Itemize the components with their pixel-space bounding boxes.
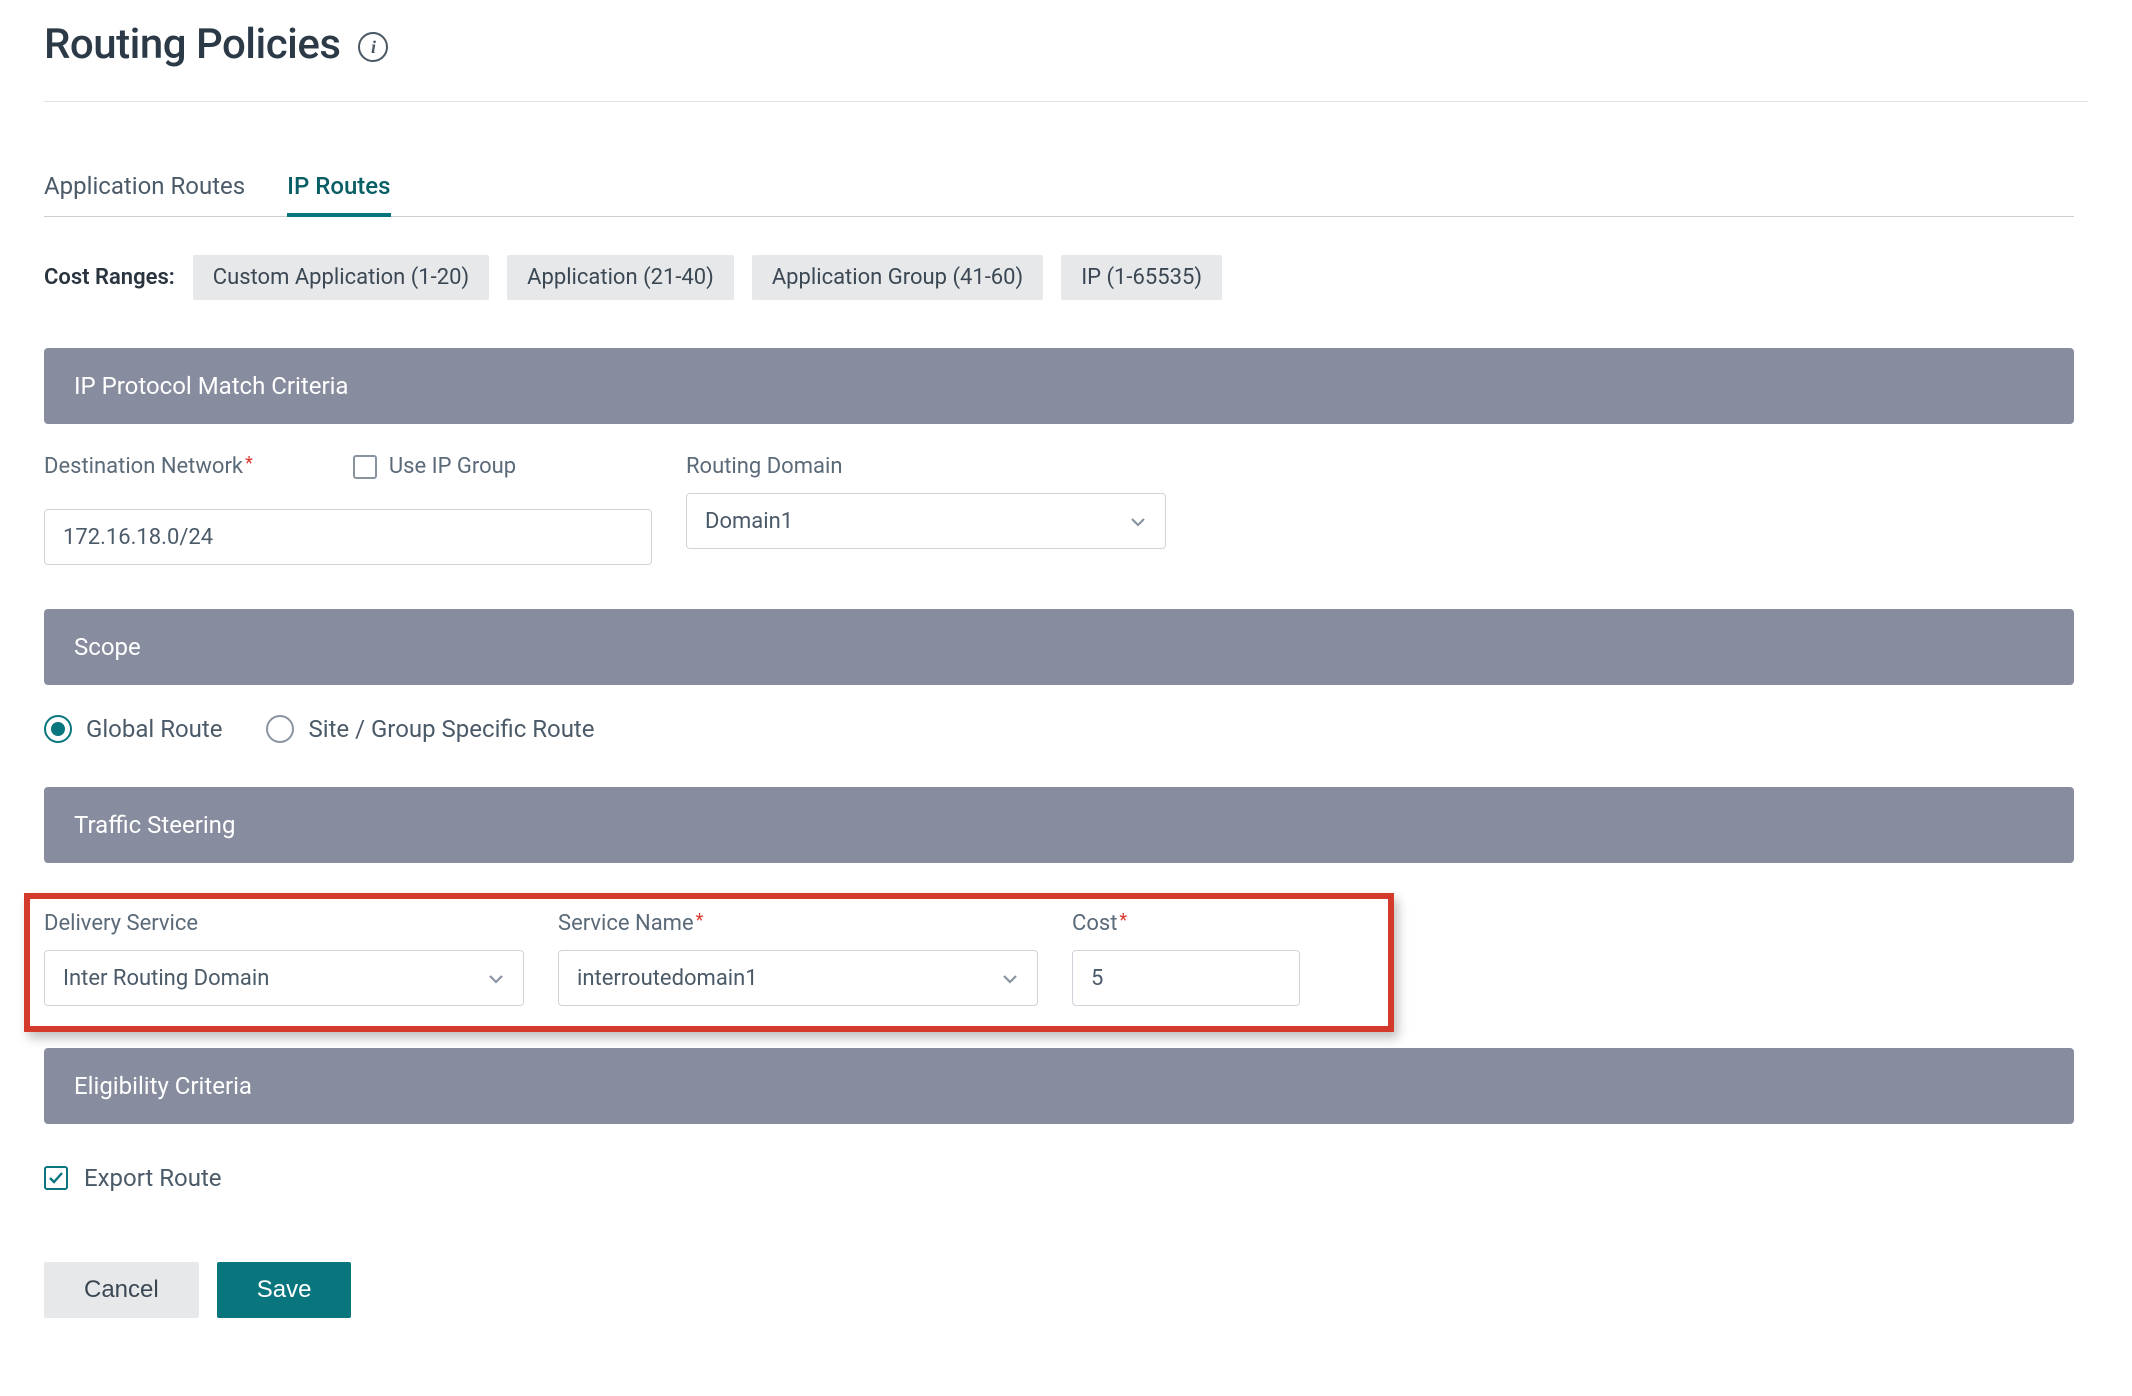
service-name-label: Service Name (558, 911, 694, 936)
chip-application[interactable]: Application (21-40) (507, 255, 734, 300)
service-name-select[interactable]: interroutedomain1 (558, 950, 1038, 1006)
radio-global-route[interactable]: Global Route (44, 715, 222, 743)
chevron-down-icon (1001, 969, 1019, 987)
cost-value: 5 (1091, 966, 1103, 991)
chevron-down-icon (1129, 512, 1147, 530)
use-ip-group-checkbox[interactable] (353, 455, 377, 479)
info-icon[interactable]: i (358, 32, 388, 62)
tab-application-routes[interactable]: Application Routes (44, 172, 245, 216)
required-asterisk: * (245, 453, 253, 474)
destination-network-value: 172.16.18.0/24 (63, 525, 213, 550)
delivery-service-value: Inter Routing Domain (63, 966, 269, 991)
section-header-eligibility: Eligibility Criteria (44, 1048, 2074, 1124)
cancel-button[interactable]: Cancel (44, 1262, 199, 1318)
radio-site-group-specific-label: Site / Group Specific Route (308, 715, 594, 743)
delivery-service-select[interactable]: Inter Routing Domain (44, 950, 524, 1006)
traffic-steering-highlight: Delivery Service Inter Routing Domain Se… (24, 893, 1394, 1032)
section-header-scope: Scope (44, 609, 2074, 685)
routing-domain-value: Domain1 (705, 509, 793, 534)
use-ip-group-label: Use IP Group (389, 454, 516, 479)
radio-global-route-label: Global Route (86, 715, 222, 743)
chevron-down-icon (487, 969, 505, 987)
cost-label: Cost (1072, 911, 1117, 936)
cost-ranges-label: Cost Ranges: (44, 265, 175, 290)
cost-input[interactable]: 5 (1072, 950, 1300, 1006)
section-header-traffic-steering: Traffic Steering (44, 787, 2074, 863)
tab-ip-routes[interactable]: IP Routes (287, 172, 390, 216)
routing-domain-select[interactable]: Domain1 (686, 493, 1166, 549)
tabs: Application Routes IP Routes (44, 172, 2074, 217)
service-name-value: interroutedomain1 (577, 966, 758, 991)
save-button[interactable]: Save (217, 1262, 352, 1318)
radio-site-group-specific[interactable]: Site / Group Specific Route (266, 715, 594, 743)
destination-network-label: Destination Network (44, 454, 243, 479)
chip-application-group[interactable]: Application Group (41-60) (752, 255, 1043, 300)
page-title: Routing Policies (44, 20, 340, 69)
required-asterisk: * (696, 910, 704, 931)
chip-custom-application[interactable]: Custom Application (1-20) (193, 255, 489, 300)
delivery-service-label: Delivery Service (44, 911, 524, 936)
required-asterisk: * (1119, 910, 1127, 931)
export-route-label: Export Route (84, 1164, 222, 1192)
section-header-ip-match: IP Protocol Match Criteria (44, 348, 2074, 424)
chip-ip[interactable]: IP (1-65535) (1061, 255, 1222, 300)
destination-network-input[interactable]: 172.16.18.0/24 (44, 509, 652, 565)
routing-domain-label: Routing Domain (686, 454, 1166, 479)
export-route-checkbox[interactable] (44, 1166, 68, 1190)
